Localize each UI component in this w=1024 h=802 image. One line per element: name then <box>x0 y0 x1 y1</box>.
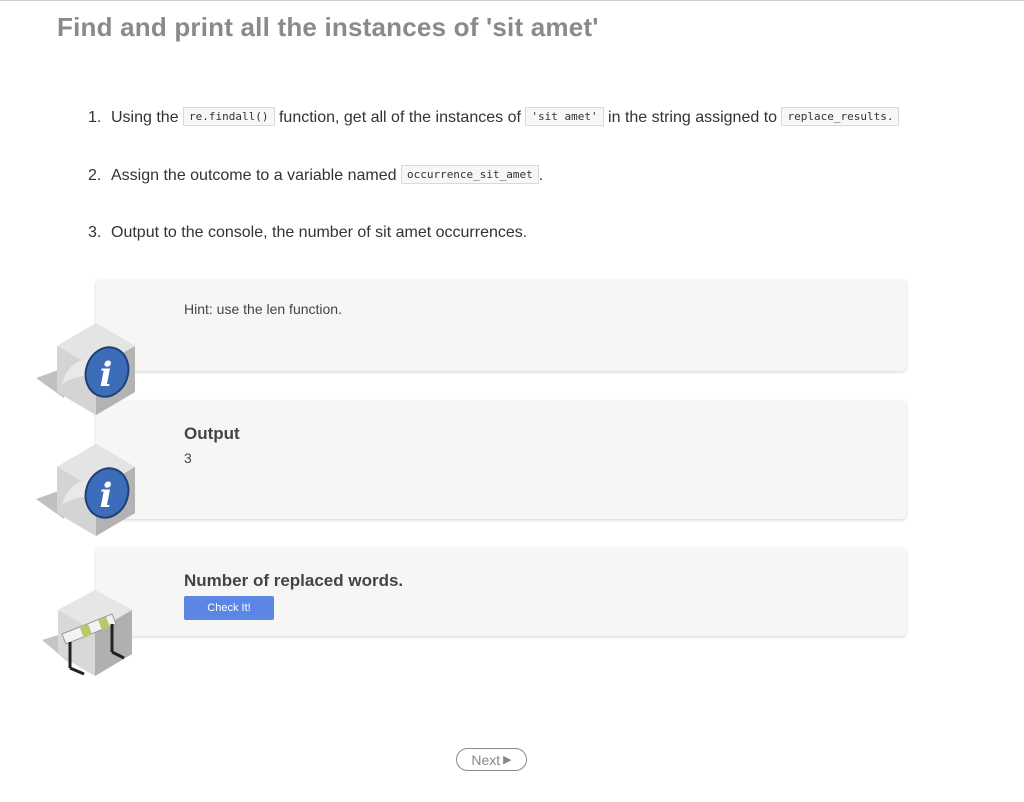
check-it-button[interactable]: Check It! <box>184 596 274 620</box>
instruction-step-3: 3. Output to the console, the number of s… <box>88 221 988 279</box>
step-number: 2. <box>88 167 102 184</box>
instruction-step-1: 1. Using the re.findall() function, get a… <box>88 105 988 163</box>
code-occurrence-sit-amet: occurrence_sit_amet <box>400 165 539 184</box>
hurdle-cube-icon <box>40 588 150 688</box>
step-number: 1. <box>88 109 102 126</box>
code-re-findall: re.findall() <box>183 107 275 126</box>
step-text: function, get all of the instances of <box>274 109 526 126</box>
svg-text:i: i <box>100 355 113 395</box>
svg-text:i: i <box>100 476 113 516</box>
info-cube-icon: i <box>34 320 144 420</box>
play-arrow-icon: ▶ <box>503 754 512 766</box>
page-title: Find and print all the instances of 'sit… <box>57 12 599 42</box>
next-button[interactable]: Next ▶ <box>456 748 527 771</box>
hint-text: Hint: use the len function. <box>184 301 342 317</box>
info-cube-icon: i <box>34 441 144 541</box>
output-value: 3 <box>184 450 192 466</box>
output-card: Output 3 <box>96 401 906 519</box>
next-label: Next <box>471 751 501 768</box>
top-divider <box>0 0 1024 1</box>
hint-card: Hint: use the len function. <box>96 280 906 371</box>
instruction-step-2: 2. Assign the outcome to a variable named… <box>88 163 988 221</box>
output-label: Output <box>184 424 240 443</box>
step-text: Output to the console, the number of sit… <box>111 224 528 241</box>
instruction-list: 1. Using the re.findall() function, get a… <box>88 105 988 279</box>
check-title: Number of replaced words. <box>184 571 404 590</box>
step-number: 3. <box>88 224 102 241</box>
step-text: Using the <box>111 109 184 126</box>
step-text: . <box>538 167 544 184</box>
code-replace-results: replace_results. <box>781 107 900 126</box>
code-sit-amet: 'sit amet' <box>525 107 604 126</box>
check-card: Number of replaced words. Check It! <box>96 548 906 636</box>
step-text: Assign the outcome to a variable named <box>111 167 401 184</box>
step-text: in the string assigned to <box>603 109 782 126</box>
